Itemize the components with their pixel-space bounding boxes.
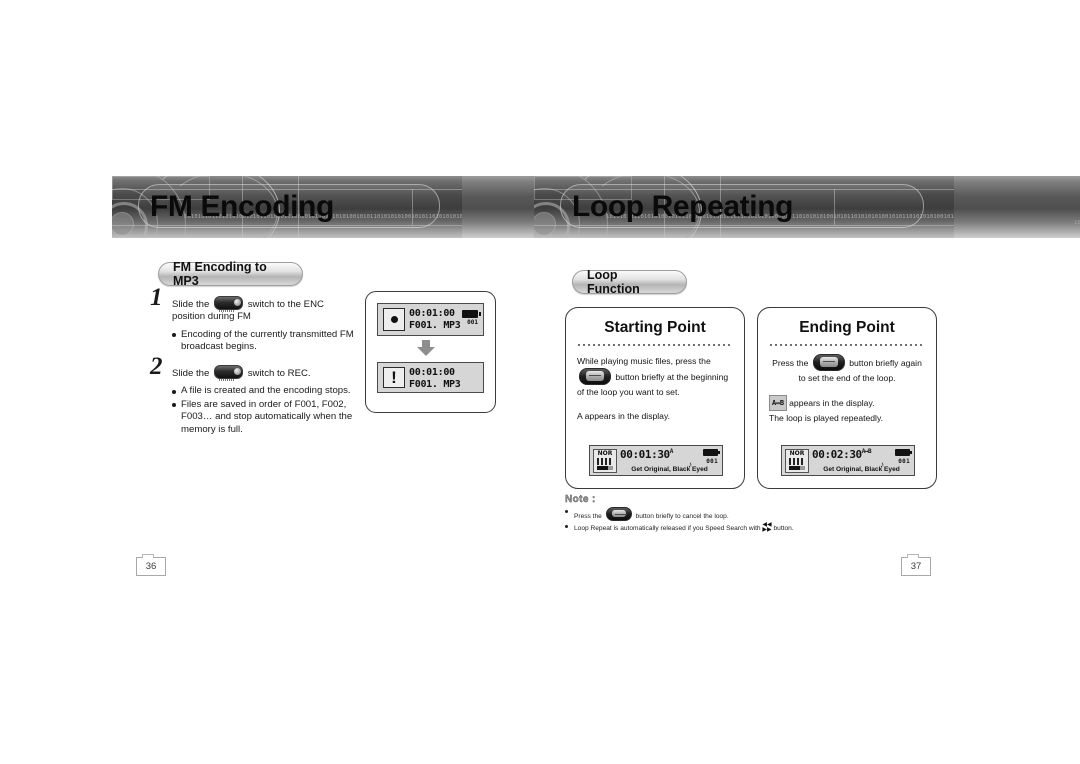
panel-note-line: A appears in the display. [577,411,670,421]
manual-page-spread: 1010101011010101001010110101010100101011… [0,0,1080,764]
note-block: Note : Press the button briefly to cance… [565,494,955,534]
play-button-icon [579,368,611,385]
lcd-track-number: 001 [467,319,478,326]
play-button-icon [812,354,845,371]
page-number-left: 36 [136,554,166,576]
tab-loop-function[interactable]: Loop Function [572,268,687,296]
step-2: 2 Slide the switch to REC. A file is cre… [150,354,355,437]
page-number-value: 37 [910,561,922,572]
tab-label: Loop Function [587,268,640,296]
battery-icon [895,449,912,456]
right-page-banner: 1010101011010101001010110101010100101011… [534,176,954,238]
lcd-time: 00:01:00 [409,367,455,378]
ab-loop-badge: A↔B [769,395,787,411]
lcd-track-title: Get Original, Black Eyed [631,466,708,473]
lcd-time-starting: 00:01:30A [620,448,673,461]
panel-body-ending-point: Press the button briefly again to set th… [769,354,925,425]
divider [578,344,732,346]
right-banner-tail: 1010101011010101001010110101010100101011… [954,176,1080,238]
lcd-display-stopped: ! 00:01:00 F001. MP3 [377,362,484,393]
panel-title: Starting Point [604,319,706,336]
note-text-after: button. [773,525,794,532]
lcd-display-recording: 00:01:00 F001. MP3 001 [377,303,484,336]
step-number: 1 [150,284,163,311]
tab-fm-encoding-to-mp3[interactable]: FM Encoding to MP3 [158,260,303,288]
record-dot-icon [383,308,405,331]
page-title: FM Encoding [150,190,334,223]
note-text-before: Loop Repeat is automatically released if… [574,525,761,532]
lcd-filename: F001. MP3 [409,379,461,390]
note-text-before: Press the [574,513,602,520]
text-before-icon: While playing music files, press the [577,356,711,366]
lcd-loop-marker: A↔B [861,448,872,455]
step-text-after: switch to REC. [247,368,311,379]
step-text-before: Slide the [172,368,210,379]
lcd-time-value: 00:01:30 [620,448,670,461]
slide-switch-icon [214,365,244,381]
note-title: Note : [565,494,596,505]
divider [770,344,924,346]
play-button-icon [605,507,632,521]
list-item: Files are saved in order of F001, F002, … [172,399,355,436]
panel-ending-point: Ending Point Press the button briefly ag… [757,307,937,489]
slide-switch-icon [214,296,244,312]
panel-note-line-1: A↔B appears in the display. [769,395,925,411]
page-number-value: 36 [145,561,157,572]
equalizer-icon [597,458,613,465]
list-item: A file is created and the encoding stops… [172,385,355,397]
text-before-icon: Press the [772,358,809,368]
battery-icon [462,310,481,318]
lcd-mode-indicator: NOR [785,448,809,473]
lcd-display-starting-point: NOR 00:01:30A ♪ 001 Get Original, Black … [589,445,723,476]
panel-body-starting-point: While playing music files, press the but… [577,354,733,423]
battery-icon [703,449,720,456]
volume-icon [597,466,613,470]
banner-binary-text: 1010101011010101001010110101010100101011… [1074,220,1080,226]
tab-label: FM Encoding to MP3 [173,260,267,288]
equalizer-icon [789,458,805,465]
panel-title: Ending Point [799,319,895,336]
panel-starting-point: Starting Point While playing music files… [565,307,745,489]
note-text-after: button briefly to cancel the loop. [635,513,729,520]
note-item-2: Loop Repeat is automatically released if… [565,522,955,534]
panel-note-line-2: The loop is played repeatedly. [769,413,884,423]
lcd-illustration-card: 00:01:00 F001. MP3 001 ! 00:01:00 F001. … [365,291,496,413]
lcd-loop-marker: A [669,448,674,455]
note-item-1: Press the button briefly to cancel the l… [565,507,955,522]
step-1: 1 Slide the switch to the ENC position d… [150,285,355,355]
badge-caption: appears in the display. [789,398,875,408]
lcd-time-ending: 00:02:30A↔B [812,448,872,461]
page-title: Loop Repeating [572,190,794,223]
lcd-mode-label: NOR [597,450,613,457]
lcd-display-ending-point: NOR 00:02:30A↔B ♪ 001 Get Original, Blac… [781,445,915,476]
list-item: Encoding of the currently transmitted FM… [172,329,355,354]
exclamation-icon: ! [383,367,405,388]
step-text-before: Slide the [172,299,210,310]
lcd-mode-indicator: NOR [593,448,617,473]
lcd-time-value: 00:02:30 [812,448,862,461]
page-number-right: 37 [901,554,931,576]
step-number: 2 [150,353,163,380]
lcd-track-title: Get Original, Black Eyed [823,466,900,473]
left-banner-tail: 1010101011010101001010110101010100101011… [462,176,534,238]
lcd-mode-label: NOR [789,450,805,457]
lcd-track-number: 001 [898,458,910,465]
left-page-banner: 1010101011010101001010110101010100101011… [112,176,462,238]
lcd-track-number: 001 [706,458,718,465]
speed-search-icon: ◀◀ ▶▶ [762,521,772,533]
volume-icon [789,466,805,470]
